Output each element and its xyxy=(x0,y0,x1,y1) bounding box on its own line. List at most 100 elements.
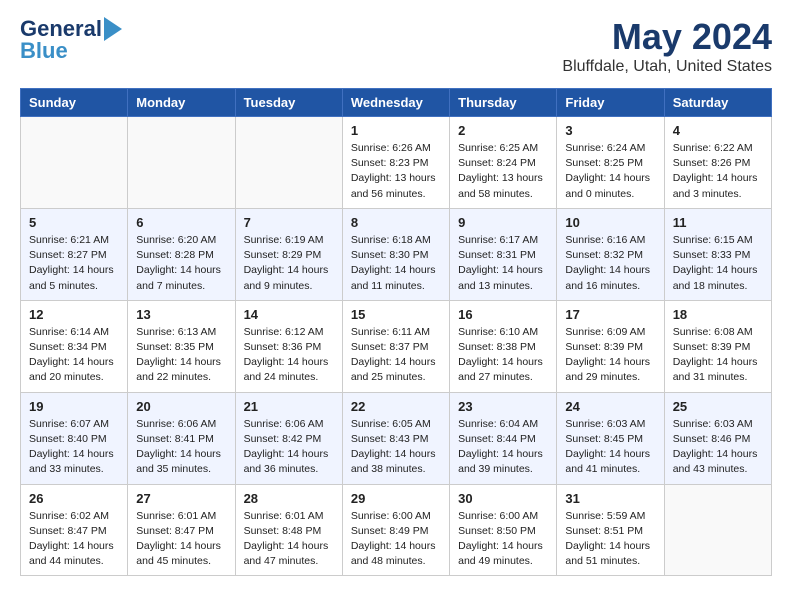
day-info: Sunrise: 6:25 AM Sunset: 8:24 PM Dayligh… xyxy=(458,141,548,202)
day-number: 10 xyxy=(565,215,655,230)
logo: General Blue xyxy=(20,16,122,64)
title-area: May 2024 Bluffdale, Utah, United States xyxy=(562,16,772,76)
calendar-header-wednesday: Wednesday xyxy=(342,89,449,117)
calendar-header-thursday: Thursday xyxy=(450,89,557,117)
day-number: 13 xyxy=(136,307,226,322)
calendar-cell: 17 Sunrise: 6:09 AM Sunset: 8:39 PM Dayli… xyxy=(557,300,664,392)
day-info: Sunrise: 6:15 AM Sunset: 8:33 PM Dayligh… xyxy=(673,233,763,294)
calendar-cell: 5Sunrise: 6:21 AM Sunset: 8:27 PM Daylig… xyxy=(21,208,128,300)
day-info: Sunrise: 6:09 AM Sunset: 8:39 PM Dayligh… xyxy=(565,325,655,386)
calendar-cell: 18Sunrise: 6:08 AM Sunset: 8:39 PM Dayli… xyxy=(664,300,771,392)
day-info: Sunrise: 6:01 AM Sunset: 8:48 PM Dayligh… xyxy=(244,509,334,570)
calendar-cell: 3 Sunrise: 6:24 AM Sunset: 8:25 PM Daylig… xyxy=(557,117,664,209)
day-info: Sunrise: 6:12 AM Sunset: 8:36 PM Dayligh… xyxy=(244,325,334,386)
calendar-cell: 25 Sunrise: 6:03 AM Sunset: 8:46 PM Dayli… xyxy=(664,392,771,484)
day-number: 9 xyxy=(458,215,548,230)
day-info: Sunrise: 6:06 AM Sunset: 8:42 PM Dayligh… xyxy=(244,417,334,478)
day-info: Sunrise: 6:10 AM Sunset: 8:38 PM Dayligh… xyxy=(458,325,548,386)
day-info: Sunrise: 5:59 AM Sunset: 8:51 PM Dayligh… xyxy=(565,509,655,570)
calendar-cell: 4 Sunrise: 6:22 AM Sunset: 8:26 PM Daylig… xyxy=(664,117,771,209)
header: General Blue May 2024 Bluffdale, Utah, U… xyxy=(20,16,772,76)
day-info: Sunrise: 6:19 AM Sunset: 8:29 PM Dayligh… xyxy=(244,233,334,294)
day-number: 19 xyxy=(29,399,119,414)
day-number: 12 xyxy=(29,307,119,322)
day-info: Sunrise: 6:04 AM Sunset: 8:44 PM Dayligh… xyxy=(458,417,548,478)
calendar-cell: 10 Sunrise: 6:16 AM Sunset: 8:32 PM Dayli… xyxy=(557,208,664,300)
calendar-week-3: 19Sunrise: 6:07 AM Sunset: 8:40 PM Dayli… xyxy=(21,392,772,484)
day-info: Sunrise: 6:22 AM Sunset: 8:26 PM Dayligh… xyxy=(673,141,763,202)
day-number: 14 xyxy=(244,307,334,322)
calendar-cell: 31 Sunrise: 5:59 AM Sunset: 8:51 PM Dayli… xyxy=(557,484,664,576)
day-info: Sunrise: 6:00 AM Sunset: 8:50 PM Dayligh… xyxy=(458,509,548,570)
day-number: 1 xyxy=(351,123,441,138)
day-info: Sunrise: 6:11 AM Sunset: 8:37 PM Dayligh… xyxy=(351,325,441,386)
day-number: 24 xyxy=(565,399,655,414)
calendar-cell: 22 Sunrise: 6:05 AM Sunset: 8:43 PM Dayli… xyxy=(342,392,449,484)
calendar-cell xyxy=(664,484,771,576)
page: General Blue May 2024 Bluffdale, Utah, U… xyxy=(0,0,792,596)
day-info: Sunrise: 6:03 AM Sunset: 8:45 PM Dayligh… xyxy=(565,417,655,478)
calendar-cell: 26 Sunrise: 6:02 AM Sunset: 8:47 PM Dayli… xyxy=(21,484,128,576)
calendar-cell: 13 Sunrise: 6:13 AM Sunset: 8:35 PM Dayli… xyxy=(128,300,235,392)
day-number: 7 xyxy=(244,215,334,230)
day-info: Sunrise: 6:02 AM Sunset: 8:47 PM Dayligh… xyxy=(29,509,119,570)
day-number: 31 xyxy=(565,491,655,506)
calendar-header-saturday: Saturday xyxy=(664,89,771,117)
day-number: 8 xyxy=(351,215,441,230)
calendar: SundayMondayTuesdayWednesdayThursdayFrid… xyxy=(20,88,772,576)
calendar-cell: 27Sunrise: 6:01 AM Sunset: 8:47 PM Dayli… xyxy=(128,484,235,576)
calendar-week-4: 26 Sunrise: 6:02 AM Sunset: 8:47 PM Dayli… xyxy=(21,484,772,576)
day-info: Sunrise: 6:18 AM Sunset: 8:30 PM Dayligh… xyxy=(351,233,441,294)
day-number: 29 xyxy=(351,491,441,506)
calendar-cell: 21 Sunrise: 6:06 AM Sunset: 8:42 PM Dayli… xyxy=(235,392,342,484)
day-number: 22 xyxy=(351,399,441,414)
location: Bluffdale, Utah, United States xyxy=(562,58,772,76)
calendar-cell: 30Sunrise: 6:00 AM Sunset: 8:50 PM Dayli… xyxy=(450,484,557,576)
day-number: 4 xyxy=(673,123,763,138)
calendar-cell: 15 Sunrise: 6:11 AM Sunset: 8:37 PM Dayli… xyxy=(342,300,449,392)
day-info: Sunrise: 6:08 AM Sunset: 8:39 PM Dayligh… xyxy=(673,325,763,386)
day-number: 6 xyxy=(136,215,226,230)
day-info: Sunrise: 6:00 AM Sunset: 8:49 PM Dayligh… xyxy=(351,509,441,570)
calendar-cell: 28 Sunrise: 6:01 AM Sunset: 8:48 PM Dayli… xyxy=(235,484,342,576)
logo-arrow-icon xyxy=(104,17,122,41)
calendar-cell: 11Sunrise: 6:15 AM Sunset: 8:33 PM Dayli… xyxy=(664,208,771,300)
day-number: 26 xyxy=(29,491,119,506)
day-info: Sunrise: 6:05 AM Sunset: 8:43 PM Dayligh… xyxy=(351,417,441,478)
calendar-week-0: 1 Sunrise: 6:26 AM Sunset: 8:23 PM Daylig… xyxy=(21,117,772,209)
day-info: Sunrise: 6:26 AM Sunset: 8:23 PM Dayligh… xyxy=(351,141,441,202)
logo-blue: Blue xyxy=(20,38,68,64)
day-number: 17 xyxy=(565,307,655,322)
calendar-cell: 6Sunrise: 6:20 AM Sunset: 8:28 PM Daylig… xyxy=(128,208,235,300)
day-number: 2 xyxy=(458,123,548,138)
calendar-cell: 29 Sunrise: 6:00 AM Sunset: 8:49 PM Dayli… xyxy=(342,484,449,576)
calendar-week-2: 12Sunrise: 6:14 AM Sunset: 8:34 PM Dayli… xyxy=(21,300,772,392)
calendar-header-row: SundayMondayTuesdayWednesdayThursdayFrid… xyxy=(21,89,772,117)
calendar-cell xyxy=(128,117,235,209)
calendar-cell xyxy=(21,117,128,209)
day-number: 21 xyxy=(244,399,334,414)
day-number: 23 xyxy=(458,399,548,414)
day-number: 28 xyxy=(244,491,334,506)
day-info: Sunrise: 6:03 AM Sunset: 8:46 PM Dayligh… xyxy=(673,417,763,478)
month-title: May 2024 xyxy=(562,16,772,58)
calendar-week-1: 5Sunrise: 6:21 AM Sunset: 8:27 PM Daylig… xyxy=(21,208,772,300)
day-info: Sunrise: 6:16 AM Sunset: 8:32 PM Dayligh… xyxy=(565,233,655,294)
day-number: 25 xyxy=(673,399,763,414)
calendar-cell: 14 Sunrise: 6:12 AM Sunset: 8:36 PM Dayli… xyxy=(235,300,342,392)
day-info: Sunrise: 6:24 AM Sunset: 8:25 PM Dayligh… xyxy=(565,141,655,202)
day-info: Sunrise: 6:06 AM Sunset: 8:41 PM Dayligh… xyxy=(136,417,226,478)
calendar-cell: 9 Sunrise: 6:17 AM Sunset: 8:31 PM Daylig… xyxy=(450,208,557,300)
day-number: 3 xyxy=(565,123,655,138)
calendar-cell: 20Sunrise: 6:06 AM Sunset: 8:41 PM Dayli… xyxy=(128,392,235,484)
calendar-cell: 16Sunrise: 6:10 AM Sunset: 8:38 PM Dayli… xyxy=(450,300,557,392)
day-info: Sunrise: 6:17 AM Sunset: 8:31 PM Dayligh… xyxy=(458,233,548,294)
day-info: Sunrise: 6:13 AM Sunset: 8:35 PM Dayligh… xyxy=(136,325,226,386)
calendar-cell: 7 Sunrise: 6:19 AM Sunset: 8:29 PM Daylig… xyxy=(235,208,342,300)
calendar-cell: 24 Sunrise: 6:03 AM Sunset: 8:45 PM Dayli… xyxy=(557,392,664,484)
calendar-cell: 19Sunrise: 6:07 AM Sunset: 8:40 PM Dayli… xyxy=(21,392,128,484)
day-number: 27 xyxy=(136,491,226,506)
calendar-header-tuesday: Tuesday xyxy=(235,89,342,117)
calendar-header-friday: Friday xyxy=(557,89,664,117)
day-number: 15 xyxy=(351,307,441,322)
